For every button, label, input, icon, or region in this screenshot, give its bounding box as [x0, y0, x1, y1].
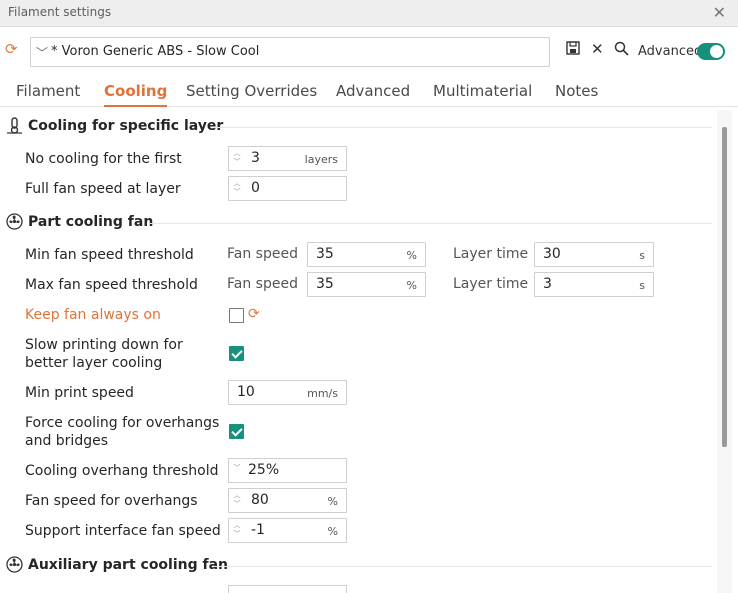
- tab-filament[interactable]: Filament: [16, 82, 80, 100]
- no-cooling-value: 3: [251, 150, 260, 166]
- min-fan-speed-value: 35: [316, 246, 334, 262]
- force-cool-label-line1: Force cooling for overhangs: [25, 415, 220, 431]
- overhang-thresh-value: 25%: [248, 462, 280, 478]
- overhang-thresh-select[interactable]: ﹀ 25%: [228, 458, 347, 483]
- fan-icon: [6, 213, 23, 230]
- full-fan-value: 0: [251, 180, 260, 196]
- support-fan-value: -1: [251, 522, 265, 538]
- spin-control[interactable]: ︿ ﹀: [231, 521, 243, 541]
- overhang-thresh-label: Cooling overhang threshold: [25, 463, 219, 479]
- overhang-fan-label: Fan speed for overhangs: [25, 493, 198, 509]
- force-cool-label-line2: and bridges: [25, 433, 109, 449]
- min-speed-unit: mm/s: [307, 387, 338, 400]
- section-title: Cooling for specific layer: [28, 118, 224, 134]
- keep-fan-label: Keep fan always on: [25, 307, 161, 323]
- chevron-down-icon: ﹀: [36, 46, 49, 60]
- max-fan-speed-unit: %: [406, 279, 417, 292]
- overhang-fan-input[interactable]: ︿ ﹀ 80 %: [228, 488, 347, 513]
- tab-advanced[interactable]: Advanced: [336, 82, 410, 100]
- spin-control[interactable]: ︿ ﹀: [231, 149, 243, 169]
- min-layer-time-label: Layer time: [453, 246, 529, 262]
- force-cool-checkbox[interactable]: [229, 424, 244, 439]
- min-fan-speed-label: Fan speed: [227, 246, 298, 262]
- refresh-icon[interactable]: ⟳: [5, 40, 18, 58]
- thermometer-icon: [7, 117, 22, 134]
- max-fan-label: Max fan speed threshold: [25, 277, 198, 293]
- reset-icon[interactable]: ⟳: [248, 306, 260, 322]
- full-fan-label: Full fan speed at layer: [25, 181, 181, 197]
- preset-name: * Voron Generic ABS - Slow Cool: [51, 44, 260, 59]
- min-speed-input[interactable]: 10 mm/s: [228, 380, 347, 405]
- chevron-down-icon: ﹀: [233, 464, 241, 472]
- divider: [214, 127, 712, 128]
- save-icon[interactable]: [566, 41, 580, 59]
- fan-icon: [6, 556, 23, 573]
- max-layer-time-label: Layer time: [453, 276, 529, 292]
- min-layer-time-unit: s: [639, 249, 645, 262]
- scrollbar[interactable]: [722, 127, 727, 447]
- no-cooling-input[interactable]: ︿ ﹀ 3 layers: [228, 146, 347, 171]
- section-title: Part cooling fan: [28, 214, 154, 230]
- tab-bar: Filament Cooling Setting Overrides Advan…: [0, 76, 738, 107]
- spin-control[interactable]: ︿ ﹀: [231, 491, 243, 511]
- overhang-fan-value: 80: [251, 492, 269, 508]
- advanced-toggle[interactable]: [697, 43, 725, 60]
- max-layer-time-value: 3: [543, 276, 552, 292]
- full-fan-input[interactable]: ︿ ﹀ 0: [228, 176, 347, 201]
- max-layer-time-input[interactable]: 3 s: [534, 272, 654, 297]
- divider: [214, 566, 712, 567]
- slow-down-label-line1: Slow printing down for: [25, 337, 183, 353]
- slow-down-label-line2: better layer cooling: [25, 355, 163, 371]
- close-icon[interactable]: ✕: [713, 3, 726, 22]
- preset-select[interactable]: ﹀ * Voron Generic ABS - Slow Cool: [30, 37, 550, 67]
- min-fan-speed-input[interactable]: 35 %: [307, 242, 426, 267]
- advanced-label: Advanced: [638, 44, 703, 59]
- min-fan-speed-unit: %: [406, 249, 417, 262]
- max-layer-time-unit: s: [639, 279, 645, 292]
- window-title: Filament settings: [8, 5, 112, 19]
- min-speed-label: Min print speed: [25, 385, 134, 401]
- divider: [150, 223, 712, 224]
- tab-setting-overrides[interactable]: Setting Overrides: [186, 82, 317, 100]
- slow-down-checkbox[interactable]: [229, 346, 244, 361]
- keep-fan-checkbox[interactable]: [229, 308, 244, 323]
- support-fan-unit: %: [327, 525, 338, 538]
- max-fan-speed-value: 35: [316, 276, 334, 292]
- preset-toolbar: ⟳ ﹀ * Voron Generic ABS - Slow Cool ✕ Ad…: [0, 28, 738, 76]
- min-speed-value: 10: [237, 384, 255, 400]
- overhang-fan-unit: %: [327, 495, 338, 508]
- min-layer-time-value: 30: [543, 246, 561, 262]
- tab-notes[interactable]: Notes: [555, 82, 598, 100]
- tab-multimaterial[interactable]: Multimaterial: [433, 82, 532, 100]
- max-fan-speed-label: Fan speed: [227, 276, 298, 292]
- tab-cooling[interactable]: Cooling: [104, 82, 168, 107]
- delete-icon[interactable]: ✕: [591, 40, 604, 58]
- toggle-knob: [710, 45, 723, 58]
- no-cooling-unit: layers: [304, 153, 338, 166]
- no-cooling-label: No cooling for the first: [25, 151, 182, 167]
- min-layer-time-input[interactable]: 30 s: [534, 242, 654, 267]
- title-bar: Filament settings ✕: [0, 0, 738, 27]
- section-title: Auxiliary part cooling fan: [28, 557, 229, 573]
- aux-fan-input-partial[interactable]: [228, 585, 347, 593]
- max-fan-speed-input[interactable]: 35 %: [307, 272, 426, 297]
- spin-control[interactable]: ︿ ﹀: [231, 179, 243, 199]
- min-fan-label: Min fan speed threshold: [25, 247, 194, 263]
- support-fan-input[interactable]: ︿ ﹀ -1 %: [228, 518, 347, 543]
- support-fan-label: Support interface fan speed: [25, 523, 221, 539]
- search-icon[interactable]: [614, 41, 629, 60]
